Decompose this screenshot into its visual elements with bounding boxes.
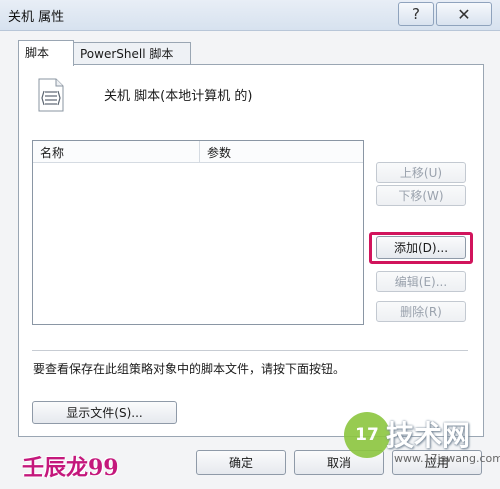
list-body[interactable] (33, 163, 363, 324)
separator (32, 350, 468, 351)
tab-powershell-scripts[interactable]: PowerShell 脚本 (73, 42, 191, 64)
watermark-logo-badge: 17 (344, 412, 390, 458)
watermark-author: 壬辰龙99 (22, 455, 119, 481)
help-button[interactable]: ? (398, 2, 434, 26)
tab-scripts-label: 脚本 (25, 46, 50, 60)
add-button-highlight (369, 232, 473, 264)
watermark-brand: 技术网 (386, 419, 471, 452)
ok-button[interactable]: 确定 (196, 450, 286, 475)
remove-button[interactable]: 删除(R) (376, 301, 466, 322)
scripts-list[interactable]: 名称 参数 (32, 140, 364, 325)
info-text: 要查看保存在此组策略对象中的脚本文件，请按下面按钮。 (33, 362, 346, 376)
help-icon: ? (412, 5, 420, 23)
tab-powershell-label: PowerShell 脚本 (80, 47, 174, 61)
close-icon: ✕ (457, 4, 471, 24)
column-divider[interactable] (199, 141, 200, 162)
list-header: 名称 参数 (33, 141, 363, 163)
watermark-logo: 17 技术网 www.17jswang.com (344, 412, 500, 468)
title-bar: 关机 属性 ? ✕ (0, 0, 500, 31)
script-file-icon (38, 78, 64, 112)
column-header-name[interactable]: 名称 (40, 144, 64, 161)
column-header-parameters[interactable]: 参数 (207, 144, 231, 161)
watermark-url: www.17jswang.com (394, 452, 500, 465)
edit-button[interactable]: 编辑(E)... (376, 271, 466, 292)
move-up-button[interactable]: 上移(U) (376, 162, 466, 183)
move-down-button[interactable]: 下移(W) (376, 185, 466, 206)
close-button[interactable]: ✕ (436, 2, 492, 26)
tab-scripts[interactable]: 脚本 (18, 40, 74, 66)
show-files-button[interactable]: 显示文件(S)... (32, 401, 177, 424)
scripts-heading: 关机 脚本(本地计算机 的) (104, 89, 253, 104)
window-title: 关机 属性 (8, 10, 65, 25)
